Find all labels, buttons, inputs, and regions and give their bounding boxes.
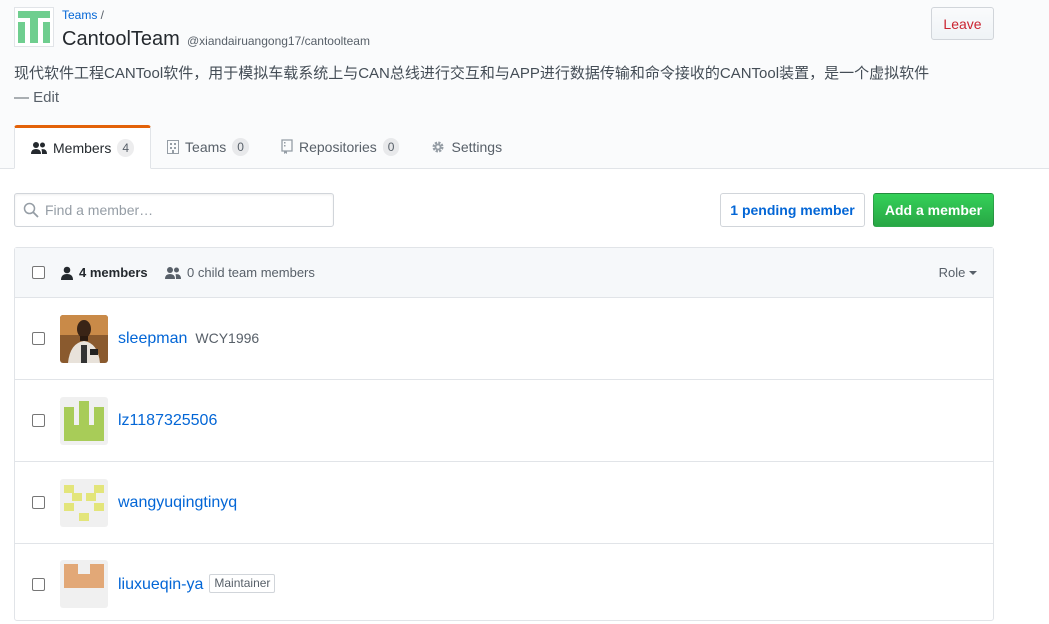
member-login[interactable]: sleepman WCY1996 [118,330,259,348]
member-checkbox[interactable] [32,577,45,591]
tab-repositories-label: Repositories [298,138,377,155]
pending-member-button[interactable]: 1 pending member [720,193,865,227]
breadcrumb-teams-link[interactable]: Teams [62,8,97,22]
description-text: 现代软件工程CANTool软件，用于模拟车载系统上与CAN总线进行交互和与APP… [14,65,930,82]
member-login[interactable]: lz1187325506 [118,412,217,430]
member-login-text: wangyuqingtinyq [118,493,238,511]
breadcrumb-separator: / [97,8,105,22]
avatar[interactable] [60,396,108,445]
search-icon [23,202,39,218]
search-input[interactable] [39,202,321,218]
team-avatar [14,7,54,47]
edit-description-link[interactable]: — Edit [14,89,59,106]
tab-repositories[interactable]: Repositories 0 [265,125,416,168]
member-login[interactable]: liuxueqin-ya Maintainer [118,574,276,594]
table-row: wangyuqingtinyq [15,462,993,544]
members-table: 4 members 0 child team members Role slee… [14,247,994,621]
role-dropdown[interactable]: Role [939,265,977,280]
add-member-button[interactable]: Add a member [873,193,994,227]
member-login-text: lz1187325506 [118,411,218,429]
organization-icon [167,139,180,154]
table-row: lz1187325506 [15,380,993,462]
table-row: liuxueqin-ya Maintainer [15,544,993,624]
members-count-label: 4 members [79,265,148,280]
table-header: 4 members 0 child team members Role [15,248,993,298]
tab-members-count: 4 [117,139,135,157]
child-team-members-label: 0 child team members [187,265,315,280]
tab-members[interactable]: Members 4 [14,125,152,169]
member-search [14,193,334,227]
team-handle: @xiandairuangong17/cantoolteam [187,34,370,48]
tab-members-label: Members [53,140,112,156]
member-checkbox[interactable] [32,414,45,427]
edit-prefix: — [14,89,34,106]
role-label: Role [938,265,966,280]
leave-button[interactable]: Leave [931,7,994,40]
person-icon [61,266,73,280]
select-all-checkbox[interactable] [32,266,45,279]
member-checkbox[interactable] [32,332,45,345]
tab-teams-count: 0 [232,137,249,156]
maintainer-badge: Maintainer [209,574,276,593]
tab-teams[interactable]: Teams 0 [151,125,265,168]
avatar[interactable] [60,560,108,608]
team-tabs: Members 4 Teams 0 Repositories 0 Setting… [14,125,518,169]
child-team-members[interactable]: 0 child team members [165,265,315,280]
team-description: 现代软件工程CANTool软件，用于模拟车载系统上与CAN总线进行交互和与APP… [14,62,1004,110]
avatar[interactable] [60,314,108,363]
people-icon [31,141,47,155]
members-count[interactable]: 4 members [61,265,148,280]
page-title: CantoolTeam [62,28,180,50]
avatar[interactable] [60,478,108,527]
breadcrumb: Teams / [62,8,104,22]
tab-settings-label: Settings [451,138,503,155]
edit-label: Edit [33,89,60,106]
people-icon [165,266,181,279]
gear-icon [431,140,445,154]
tab-repositories-count: 0 [382,137,400,156]
member-fullname: WCY1996 [195,329,260,346]
table-row: sleepman WCY1996 [15,298,993,380]
repo-icon [281,139,293,154]
member-checkbox[interactable] [32,496,45,509]
team-identicon [18,11,50,43]
tab-settings[interactable]: Settings [415,125,518,168]
caret-down-icon [969,271,977,275]
member-login[interactable]: wangyuqingtinyq [118,494,237,512]
member-login-text: sleepman [118,329,188,347]
tab-teams-label: Teams [185,138,227,155]
member-login-text: liuxueqin-ya [118,576,204,593]
